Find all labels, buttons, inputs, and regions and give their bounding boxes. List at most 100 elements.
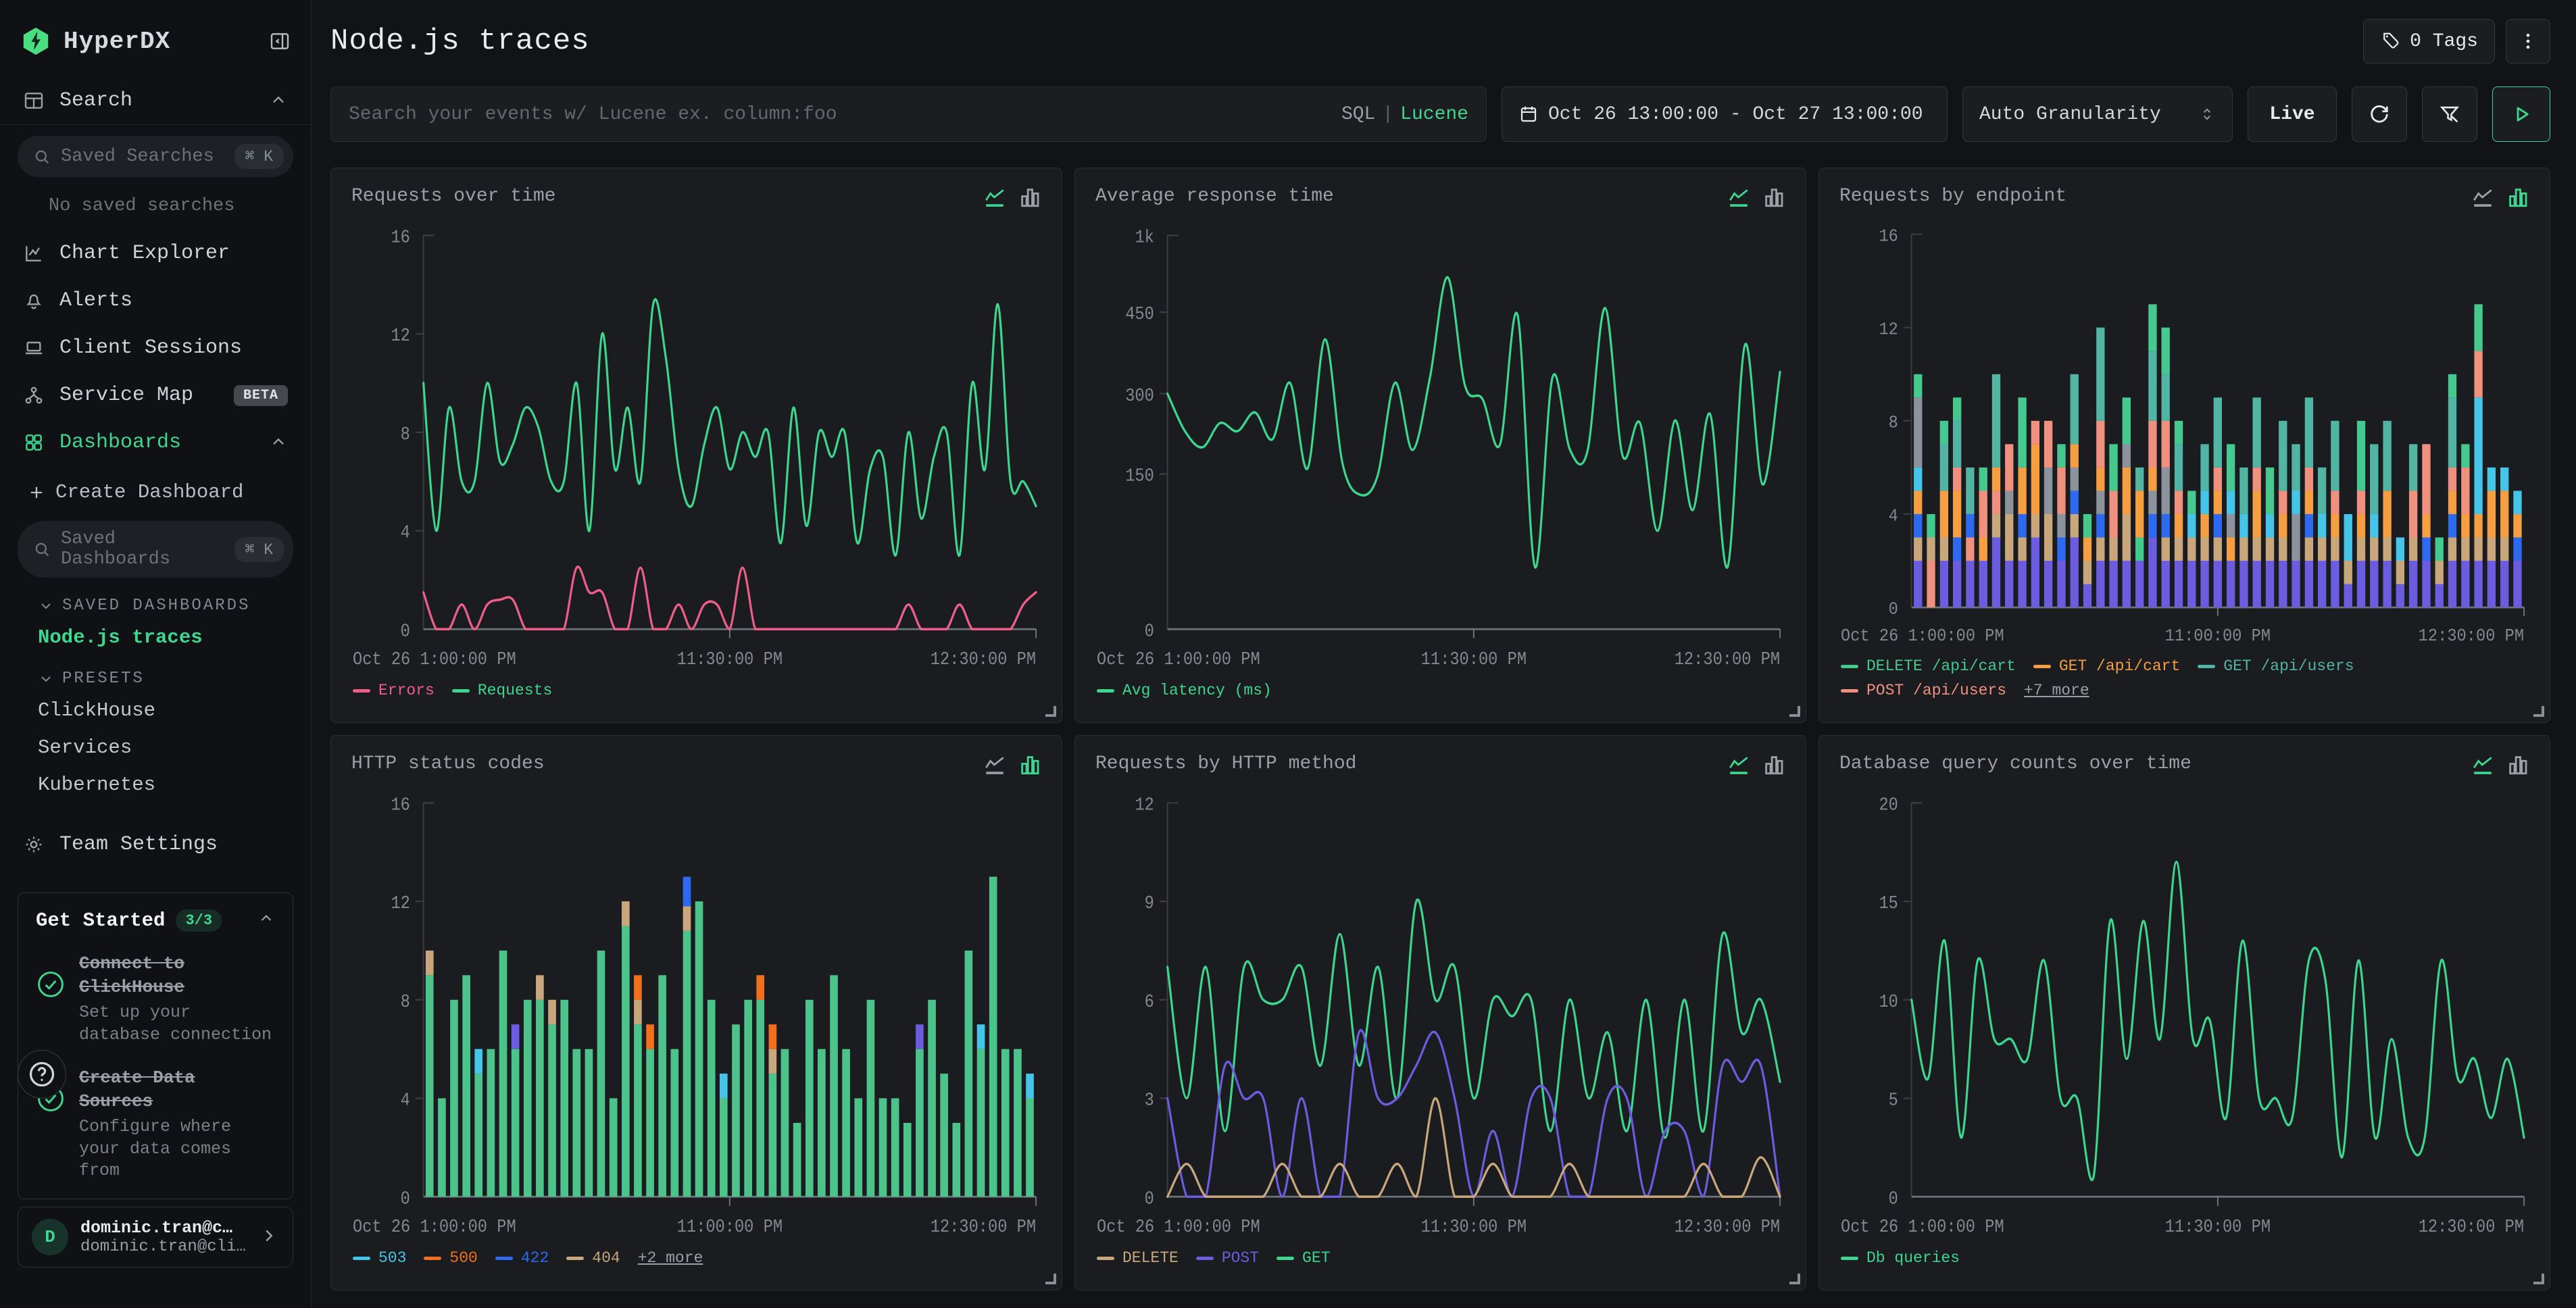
create-dashboard-button[interactable]: Create Dashboard	[0, 466, 311, 510]
legend-item[interactable]: 404	[566, 1249, 620, 1267]
lucene-option[interactable]: Lucene	[1400, 104, 1468, 125]
legend-more-link[interactable]: +7 more	[2024, 682, 2089, 699]
resize-handle[interactable]	[1045, 1274, 1056, 1284]
sidebar-item-search[interactable]: Search	[0, 77, 311, 125]
get-started-item-sources[interactable]: Create Data Sources Configure where your…	[36, 1066, 275, 1182]
saved-dashboards-placeholder: Saved Dashboards	[61, 529, 225, 570]
chart-plot-area[interactable]: 036912Oct 26 1:00:00 PM11:30:00 PM12:30:…	[1095, 782, 1785, 1245]
resize-handle[interactable]	[1789, 706, 1800, 717]
bar-view-toggle-button[interactable]	[2506, 753, 2529, 776]
bar-segment	[2096, 561, 2104, 607]
sidebar-item-client-sessions[interactable]: Client Sessions	[0, 324, 311, 372]
chart-plot-area[interactable]: 0481216Oct 26 1:00:00 PM11:00:00 PM12:30…	[351, 782, 1041, 1245]
resize-handle[interactable]	[2533, 1274, 2544, 1284]
bar-view-toggle-button[interactable]	[2506, 186, 2529, 209]
section-label: PRESETS	[62, 670, 145, 688]
bar-segment	[2318, 468, 2326, 514]
bar-view-toggle-button[interactable]	[1018, 753, 1041, 776]
sidebar-collapse-button[interactable]	[269, 30, 291, 52]
get-started-item-connect[interactable]: Connect to ClickHouse Set up your databa…	[36, 952, 275, 1046]
legend-more-link[interactable]: +2 more	[638, 1249, 703, 1267]
bar-segment	[2487, 561, 2496, 607]
legend-item[interactable]: Avg latency (ms)	[1097, 682, 1272, 699]
date-range-picker[interactable]: Oct 26 13:00:00 - Oct 27 13:00:00	[1502, 86, 1948, 142]
legend-item[interactable]: DELETE	[1097, 1249, 1179, 1267]
chart-legend: 503 500 422 404 +2 more	[351, 1245, 1041, 1278]
bar-segment	[2474, 537, 2482, 561]
dashboard-menu-button[interactable]	[2506, 19, 2550, 64]
bar-segment	[2096, 468, 2104, 491]
chart-plot-area[interactable]: 05101520Oct 26 1:00:00 PM11:30:00 PM12:3…	[1839, 782, 2529, 1245]
sidebar-preset-kubernetes[interactable]: Kubernetes	[0, 766, 311, 803]
filter-button[interactable]	[2422, 86, 2477, 142]
line-view-toggle-button[interactable]	[2471, 186, 2494, 209]
line-view-toggle-button[interactable]	[1727, 186, 1750, 209]
live-button[interactable]: Live	[2248, 86, 2337, 142]
granularity-select[interactable]: Auto Granularity	[1962, 86, 2233, 142]
bar-segment	[548, 1000, 556, 1024]
refresh-button[interactable]	[2352, 86, 2407, 142]
query-language-toggle[interactable]: SQL|Lucene	[1341, 104, 1468, 125]
dashboard-grid: Requests over time 0481216Oct 26 1:00:00…	[330, 168, 2550, 1290]
bar-segment	[720, 1099, 728, 1197]
saved-dashboards-section-header[interactable]: SAVED DASHBOARDS	[0, 583, 311, 619]
line-view-toggle-button[interactable]	[2471, 753, 2494, 776]
legend-item[interactable]: GET /api/cart	[2033, 657, 2180, 675]
bar-segment	[536, 1000, 544, 1197]
line-view-toggle-button[interactable]	[983, 186, 1006, 209]
bar-segment	[2148, 351, 2156, 421]
sidebar-item-chart-explorer[interactable]: Chart Explorer	[0, 230, 311, 277]
tags-button[interactable]: 0 Tags	[2363, 19, 2495, 64]
chart-plot-area[interactable]: 0481216Oct 26 1:00:00 PM11:00:00 PM12:30…	[1839, 214, 2529, 653]
topbar: Node.js traces 0 Tags	[330, 19, 2550, 64]
line-view-toggle-button[interactable]	[983, 753, 1006, 776]
bar-segment	[2005, 561, 2013, 607]
bar-segment	[2292, 490, 2300, 514]
help-button[interactable]	[18, 1050, 66, 1099]
event-search-input[interactable]: Search your events w/ Lucene ex. column:…	[330, 86, 1487, 142]
presets-section-header[interactable]: PRESETS	[0, 656, 311, 692]
legend-item[interactable]: POST	[1196, 1249, 1259, 1267]
legend-item[interactable]: GET	[1277, 1249, 1330, 1267]
bar-segment	[2331, 421, 2339, 491]
chevron-up-icon[interactable]	[257, 910, 275, 931]
sql-option[interactable]: SQL	[1341, 104, 1375, 125]
legend-item[interactable]: GET /api/users	[2198, 657, 2354, 675]
svg-text:20: 20	[1879, 795, 1898, 815]
line-view-toggle-button[interactable]	[1727, 753, 1750, 776]
bar-segment	[1914, 397, 1922, 468]
bar-segment	[2357, 490, 2365, 514]
run-query-button[interactable]	[2492, 86, 2550, 142]
chart-legend: Avg latency (ms)	[1095, 678, 1785, 710]
user-menu[interactable]: D dominic.tran@c… dominic.tran@cli…	[18, 1207, 293, 1267]
sidebar-item-alerts[interactable]: Alerts	[0, 277, 311, 324]
resize-handle[interactable]	[1045, 706, 1056, 717]
bar-segment	[2448, 514, 2456, 538]
bar-segment	[2031, 421, 2039, 445]
legend-item[interactable]: 500	[424, 1249, 477, 1267]
legend-item[interactable]: Db queries	[1841, 1249, 1960, 1267]
bar-view-toggle-button[interactable]	[1762, 753, 1785, 776]
sidebar-dashboard-nodejs-traces[interactable]: Node.js traces	[0, 619, 311, 656]
refresh-icon	[2368, 103, 2391, 126]
legend-item[interactable]: Requests	[452, 682, 552, 699]
chart-title: Requests by HTTP method	[1095, 753, 1356, 774]
resize-handle[interactable]	[1789, 1274, 1800, 1284]
saved-searches-input[interactable]: Saved Searches ⌘ K	[18, 136, 293, 177]
resize-handle[interactable]	[2533, 706, 2544, 717]
legend-item[interactable]: POST /api/users	[1841, 682, 2006, 699]
sidebar-preset-services[interactable]: Services	[0, 729, 311, 766]
legend-item[interactable]: 422	[495, 1249, 549, 1267]
legend-item[interactable]: Errors	[353, 682, 435, 699]
chart-plot-area[interactable]: 0481216Oct 26 1:00:00 PM11:30:00 PM12:30…	[351, 214, 1041, 678]
bar-view-toggle-button[interactable]	[1762, 186, 1785, 209]
sidebar-preset-clickhouse[interactable]: ClickHouse	[0, 692, 311, 729]
sidebar-item-team-settings[interactable]: Team Settings	[0, 821, 311, 868]
legend-item[interactable]: 503	[353, 1249, 406, 1267]
bar-view-toggle-button[interactable]	[1018, 186, 1041, 209]
legend-item[interactable]: DELETE /api/cart	[1841, 657, 2016, 675]
sidebar-item-service-map[interactable]: Service Map BETA	[0, 372, 311, 419]
chart-plot-area[interactable]: 01503004501kOct 26 1:00:00 PM11:30:00 PM…	[1095, 214, 1785, 678]
sidebar-item-dashboards[interactable]: Dashboards	[0, 419, 311, 466]
saved-dashboards-input[interactable]: Saved Dashboards ⌘ K	[18, 521, 293, 578]
